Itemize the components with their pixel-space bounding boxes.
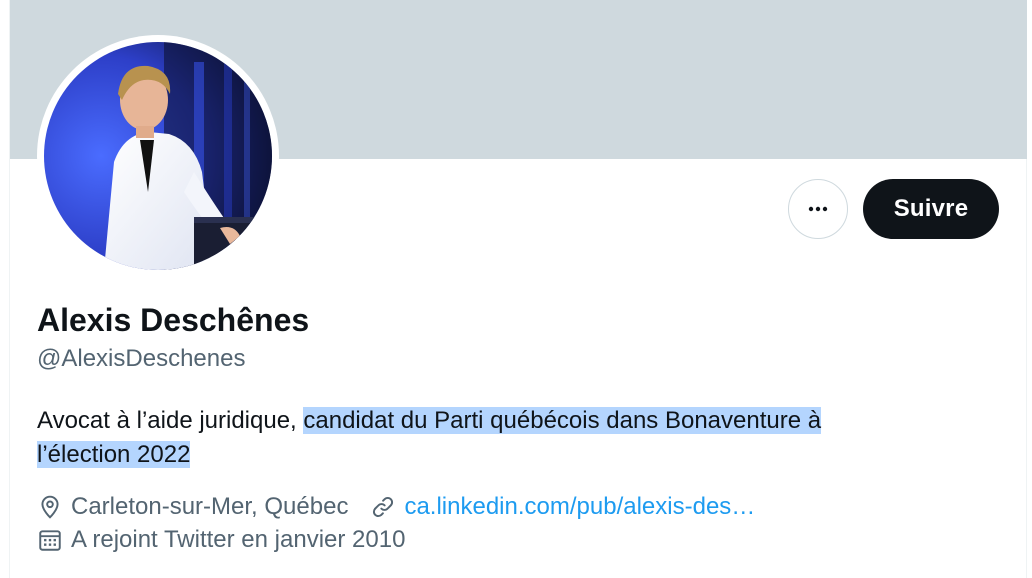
- left-border: [0, 0, 10, 578]
- joined-item: A rejoint Twitter en janvier 2010: [37, 526, 405, 554]
- profile-handle: @AlexisDeschenes: [37, 345, 246, 372]
- profile-avatar[interactable]: [37, 35, 279, 277]
- bio-text: Avocat à l’aide juridique,: [37, 407, 304, 434]
- follow-button[interactable]: Suivre: [863, 179, 999, 239]
- website-link[interactable]: ca.linkedin.com/pub/alexis-des…: [404, 493, 755, 521]
- profile-location: Carleton-sur-Mer, Québec: [37, 493, 348, 521]
- joined-text: A rejoint Twitter en janvier 2010: [71, 526, 406, 553]
- profile-website[interactable]: ca.linkedin.com/pub/alexis-des…: [370, 493, 755, 521]
- profile-name: Alexis Deschênes: [37, 302, 310, 338]
- bio-selected-text-cont: l’élection 2022: [37, 441, 191, 468]
- profile-meta: Carleton-sur-Mer, Québec ca.linkedin.com…: [37, 493, 755, 521]
- profile-joined: A rejoint Twitter en janvier 2010: [37, 526, 405, 554]
- bio-selected-text: candidat du Parti québécois dans Bonaven…: [303, 407, 822, 434]
- avatar-photo: [44, 42, 272, 270]
- location-text: Carleton-sur-Mer, Québec: [71, 493, 349, 520]
- more-options-button[interactable]: [788, 179, 848, 239]
- profile-bio: Avocat à l’aide juridique, candidat du P…: [37, 404, 937, 472]
- link-icon: [373, 496, 394, 518]
- location-pin-icon: [41, 495, 59, 519]
- profile-header: Suivre Alexis Deschênes @AlexisDeschenes…: [0, 0, 1032, 578]
- more-horizontal-icon: [808, 206, 828, 212]
- calendar-icon: [39, 530, 61, 551]
